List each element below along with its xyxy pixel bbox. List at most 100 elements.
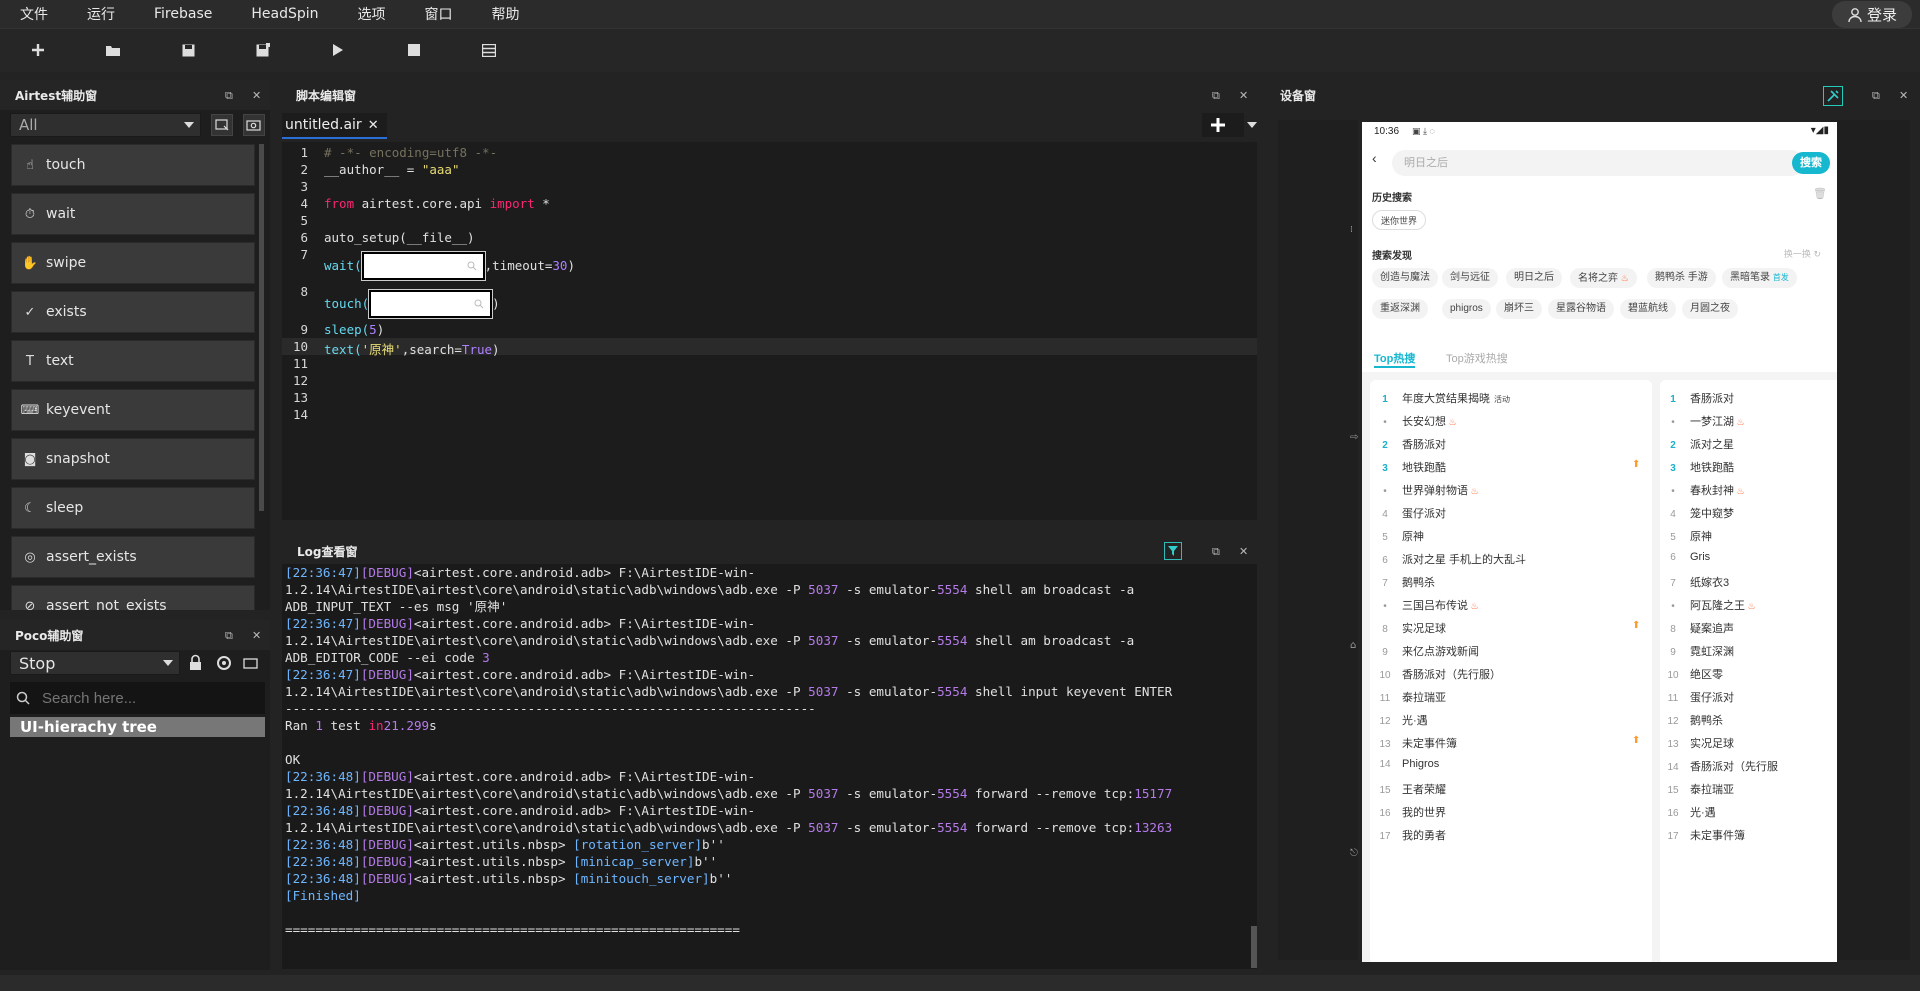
discover-chip[interactable]: 鹅鸭杀 手游 bbox=[1647, 268, 1716, 288]
ranking-item[interactable]: 14 香肠派对（先行服 bbox=[1666, 758, 1778, 774]
code-editor[interactable]: 1 2 3 4 5 6 7 8 9 10 11 12 13 14 # -*- e… bbox=[282, 142, 1257, 520]
ranking-item[interactable]: • 长安幻想 ♨ bbox=[1378, 413, 1456, 429]
ranking-item[interactable]: • 春秋封神 ♨ bbox=[1666, 482, 1744, 498]
ranking-item[interactable]: 8 疑案追声 bbox=[1666, 620, 1734, 636]
ranking-item[interactable]: 13 未定事件簿 bbox=[1378, 735, 1457, 751]
ranking-item[interactable]: 5 原神 bbox=[1666, 528, 1712, 544]
ranking-item[interactable]: • 世界弹射物语 ♨ bbox=[1378, 482, 1478, 498]
ranking-item[interactable]: 7 纸嫁衣3 bbox=[1666, 574, 1729, 590]
close-icon[interactable]: ✕ bbox=[1239, 545, 1248, 558]
ranking-item[interactable]: 3 地铁跑酷 bbox=[1666, 459, 1734, 475]
wait-button[interactable]: ⏱ wait bbox=[11, 193, 255, 235]
float-icon[interactable]: ⧉ bbox=[1212, 89, 1220, 103]
image-template-thumbnail[interactable] bbox=[361, 252, 485, 280]
tab-untitled[interactable]: untitled.air ✕ bbox=[282, 113, 387, 139]
save-as-icon[interactable] bbox=[252, 39, 274, 61]
close-icon[interactable]: ✕ bbox=[1899, 89, 1908, 102]
trash-icon[interactable]: 🗑 bbox=[1813, 187, 1827, 200]
ui-tree-root[interactable]: UI-hierachy tree bbox=[10, 717, 265, 737]
discover-chip[interactable]: 名将之弈 ♨ bbox=[1570, 268, 1637, 288]
ranking-item[interactable]: 11 泰拉瑞亚 bbox=[1378, 689, 1446, 705]
close-tab-icon[interactable]: ✕ bbox=[368, 118, 379, 133]
record-screenshot-icon[interactable] bbox=[211, 114, 233, 136]
discover-chip[interactable]: 崩坏三 bbox=[1496, 299, 1542, 319]
image-template-thumbnail[interactable] bbox=[369, 290, 493, 318]
resize-handle-icon[interactable]: ⁞ bbox=[1350, 225, 1353, 235]
ranking-item[interactable]: 17 我的勇者 bbox=[1378, 827, 1446, 843]
menu-file[interactable]: 文件 bbox=[0, 4, 67, 24]
phone-search-input[interactable]: 明日之后 bbox=[1392, 150, 1804, 176]
login-button[interactable]: 登录 bbox=[1832, 1, 1912, 28]
camera-icon[interactable] bbox=[243, 114, 265, 136]
record-icon[interactable] bbox=[242, 654, 260, 676]
run-icon[interactable] bbox=[327, 39, 349, 61]
menu-headspin[interactable]: HeadSpin bbox=[231, 6, 337, 22]
poco-search-input[interactable] bbox=[42, 689, 242, 707]
discover-chip[interactable]: 创造与魔法 bbox=[1372, 268, 1438, 288]
ranking-item[interactable]: 2 派对之星 bbox=[1666, 436, 1734, 452]
tab-top-hot[interactable]: Top热搜 bbox=[1374, 350, 1416, 368]
poco-mode-dropdown[interactable]: Stop bbox=[10, 651, 180, 675]
discover-chip[interactable]: 重返深渊 bbox=[1372, 299, 1428, 319]
menu-firebase[interactable]: Firebase bbox=[134, 6, 231, 22]
report-icon[interactable] bbox=[478, 39, 500, 61]
float-icon[interactable]: ⧉ bbox=[225, 629, 233, 643]
log-output[interactable]: [22:36:47][DEBUG]<airtest.core.android.a… bbox=[282, 564, 1257, 969]
ranking-item[interactable]: 15 王者荣耀 bbox=[1378, 781, 1446, 797]
chevron-down-icon[interactable] bbox=[1247, 122, 1257, 128]
float-icon[interactable]: ⧉ bbox=[225, 89, 233, 103]
ranking-item[interactable]: 2 香肠派对 bbox=[1378, 436, 1446, 452]
discover-chip[interactable]: 星露谷物语 bbox=[1548, 299, 1614, 319]
tools-icon[interactable] bbox=[1823, 86, 1843, 106]
ranking-item[interactable]: 16 我的世界 bbox=[1378, 804, 1446, 820]
ranking-item[interactable]: 4 蛋仔派对 bbox=[1378, 505, 1446, 521]
ranking-item[interactable]: 13 实况足球 bbox=[1666, 735, 1734, 751]
discover-chip[interactable]: phigros bbox=[1442, 299, 1491, 319]
ranking-item[interactable]: 1 香肠派对 bbox=[1666, 390, 1734, 406]
ranking-item[interactable]: • 三国吕布传说 ♨ bbox=[1378, 597, 1478, 613]
discover-chip[interactable]: 黑暗笔录 首发 bbox=[1722, 268, 1797, 288]
back-icon[interactable]: ⎋ bbox=[1350, 848, 1358, 859]
ranking-item[interactable]: 5 原神 bbox=[1378, 528, 1424, 544]
history-chip[interactable]: 迷你世界 bbox=[1372, 210, 1427, 230]
discover-chip[interactable]: 月圆之夜 bbox=[1682, 299, 1738, 319]
assert-not-exists-button[interactable]: ⊘ assert_not_exists bbox=[11, 585, 255, 610]
nav-icon[interactable]: ⇨ bbox=[1350, 432, 1358, 443]
device-screen[interactable]: 10:36 ▣ ⤓ ◌ ▾◢▮ ‹ 明日之后 搜索 历史搜索 🗑 迷你世界 搜索… bbox=[1362, 122, 1837, 962]
ranking-item[interactable]: 7 鹅鸭杀 bbox=[1378, 574, 1435, 590]
menu-help[interactable]: 帮助 bbox=[472, 4, 539, 24]
poco-search[interactable] bbox=[10, 682, 265, 714]
phone-search-button[interactable]: 搜索 bbox=[1792, 152, 1830, 174]
ranking-item[interactable]: 17 未定事件簿 bbox=[1666, 827, 1745, 843]
discover-chip[interactable]: 明日之后 bbox=[1506, 268, 1562, 288]
menu-window[interactable]: 窗口 bbox=[405, 4, 472, 24]
ranking-item[interactable]: 12 鹅鸭杀 bbox=[1666, 712, 1723, 728]
ranking-item[interactable]: 3 地铁跑酷 bbox=[1378, 459, 1446, 475]
ranking-item[interactable]: • 阿瓦隆之王 ♨ bbox=[1666, 597, 1755, 613]
float-icon[interactable]: ⧉ bbox=[1872, 89, 1880, 103]
close-icon[interactable]: ✕ bbox=[1239, 89, 1248, 102]
ranking-item[interactable]: 12 光·遇 bbox=[1378, 712, 1427, 728]
ranking-item[interactable]: 15 泰拉瑞亚 bbox=[1666, 781, 1734, 797]
back-arrow-icon[interactable]: ‹ bbox=[1372, 150, 1377, 166]
new-tab-button[interactable] bbox=[1202, 113, 1244, 137]
save-icon[interactable] bbox=[177, 39, 199, 61]
swipe-button[interactable]: ✋ swipe bbox=[11, 242, 255, 284]
ranking-item[interactable]: 6 Gris bbox=[1666, 551, 1710, 563]
keyevent-button[interactable]: ⌨ keyevent bbox=[11, 389, 255, 431]
ranking-item[interactable]: 8 实况足球 bbox=[1378, 620, 1446, 636]
ranking-item[interactable]: 9 霓虹深渊 bbox=[1666, 643, 1734, 659]
close-icon[interactable]: ✕ bbox=[252, 629, 261, 642]
discover-chip[interactable]: 碧蓝航线 bbox=[1620, 299, 1676, 319]
new-file-icon[interactable] bbox=[27, 39, 49, 61]
scrollbar[interactable] bbox=[259, 144, 264, 511]
ranking-item[interactable]: 6 派对之星 手机上的大乱斗 bbox=[1378, 551, 1526, 567]
ranking-item[interactable]: • 一梦江湖 ♨ bbox=[1666, 413, 1744, 429]
touch-button[interactable]: ☝ touch bbox=[11, 144, 255, 186]
open-folder-icon[interactable] bbox=[102, 39, 124, 61]
ranking-item[interactable]: 10 绝区零 bbox=[1666, 666, 1723, 682]
scrollbar[interactable] bbox=[1251, 926, 1257, 968]
ranking-item[interactable]: 11 蛋仔派对 bbox=[1666, 689, 1734, 705]
float-icon[interactable]: ⧉ bbox=[1212, 545, 1220, 559]
ranking-item[interactable]: 10 香肠派对（先行服） bbox=[1378, 666, 1501, 682]
